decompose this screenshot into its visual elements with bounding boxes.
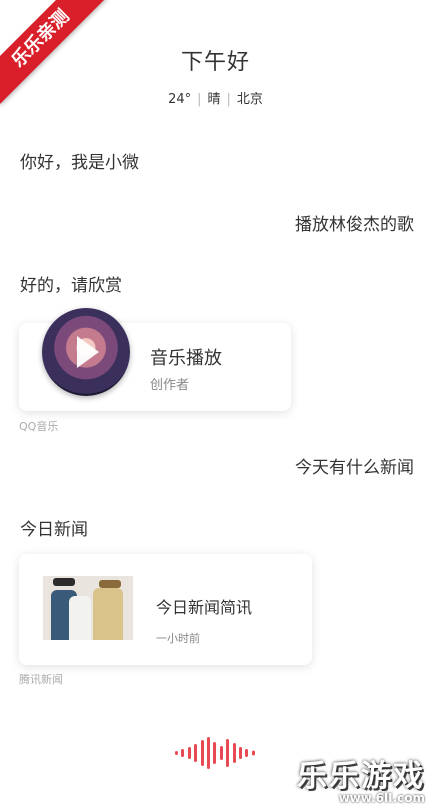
user-message: 今天有什么新闻 <box>295 458 414 478</box>
news-card-time: 一小时前 <box>156 632 200 645</box>
watermark-title: 乐乐游戏 <box>297 759 425 794</box>
weather-condition: 晴 <box>207 92 221 107</box>
news-figure <box>69 596 91 640</box>
user-message: 播放林俊杰的歌 <box>295 215 414 235</box>
city: 北京 <box>236 92 263 107</box>
assistant-message: 今日新闻 <box>20 520 88 540</box>
assistant-message: 好的，请欣赏 <box>20 276 122 296</box>
voice-wave-bar <box>200 740 204 766</box>
voice-wave-bar <box>175 751 178 755</box>
news-figure <box>93 588 123 640</box>
news-source: 腾讯新闻 <box>19 673 63 686</box>
voice-wave-bar <box>226 739 230 767</box>
weather-info: 24° | 晴 | 北京 <box>0 88 431 107</box>
voice-wave-bar <box>251 750 255 756</box>
voice-wave-bar <box>232 743 236 763</box>
music-source: QQ音乐 <box>19 420 59 433</box>
divider: | <box>226 92 231 107</box>
divider: | <box>197 92 202 107</box>
voice-wave-bar <box>187 747 191 759</box>
voice-wave-bar <box>239 747 242 759</box>
voice-wave-bar <box>194 744 198 762</box>
news-figure-hat <box>99 580 121 588</box>
voice-wave-bar <box>219 746 223 760</box>
watermark: 乐乐游戏 www.6lI.com <box>297 751 425 805</box>
voice-wave-bar <box>213 742 217 764</box>
voice-wave-icon[interactable] <box>175 736 259 770</box>
voice-wave-bar <box>245 749 249 757</box>
news-card-title: 今日新闻简讯 <box>156 598 253 617</box>
music-card-title: 音乐播放 <box>150 348 222 369</box>
temperature: 24° <box>168 92 192 107</box>
voice-wave-bar <box>207 737 210 769</box>
album-cover[interactable] <box>42 308 130 396</box>
voice-wave-bar <box>181 749 185 757</box>
news-thumbnail <box>43 576 133 640</box>
assistant-message: 你好，我是小微 <box>20 153 139 173</box>
greeting-title: 下午好 <box>180 50 250 75</box>
music-card-artist: 创作者 <box>150 378 190 393</box>
play-icon[interactable] <box>77 336 99 368</box>
news-figure-hat <box>53 578 75 586</box>
